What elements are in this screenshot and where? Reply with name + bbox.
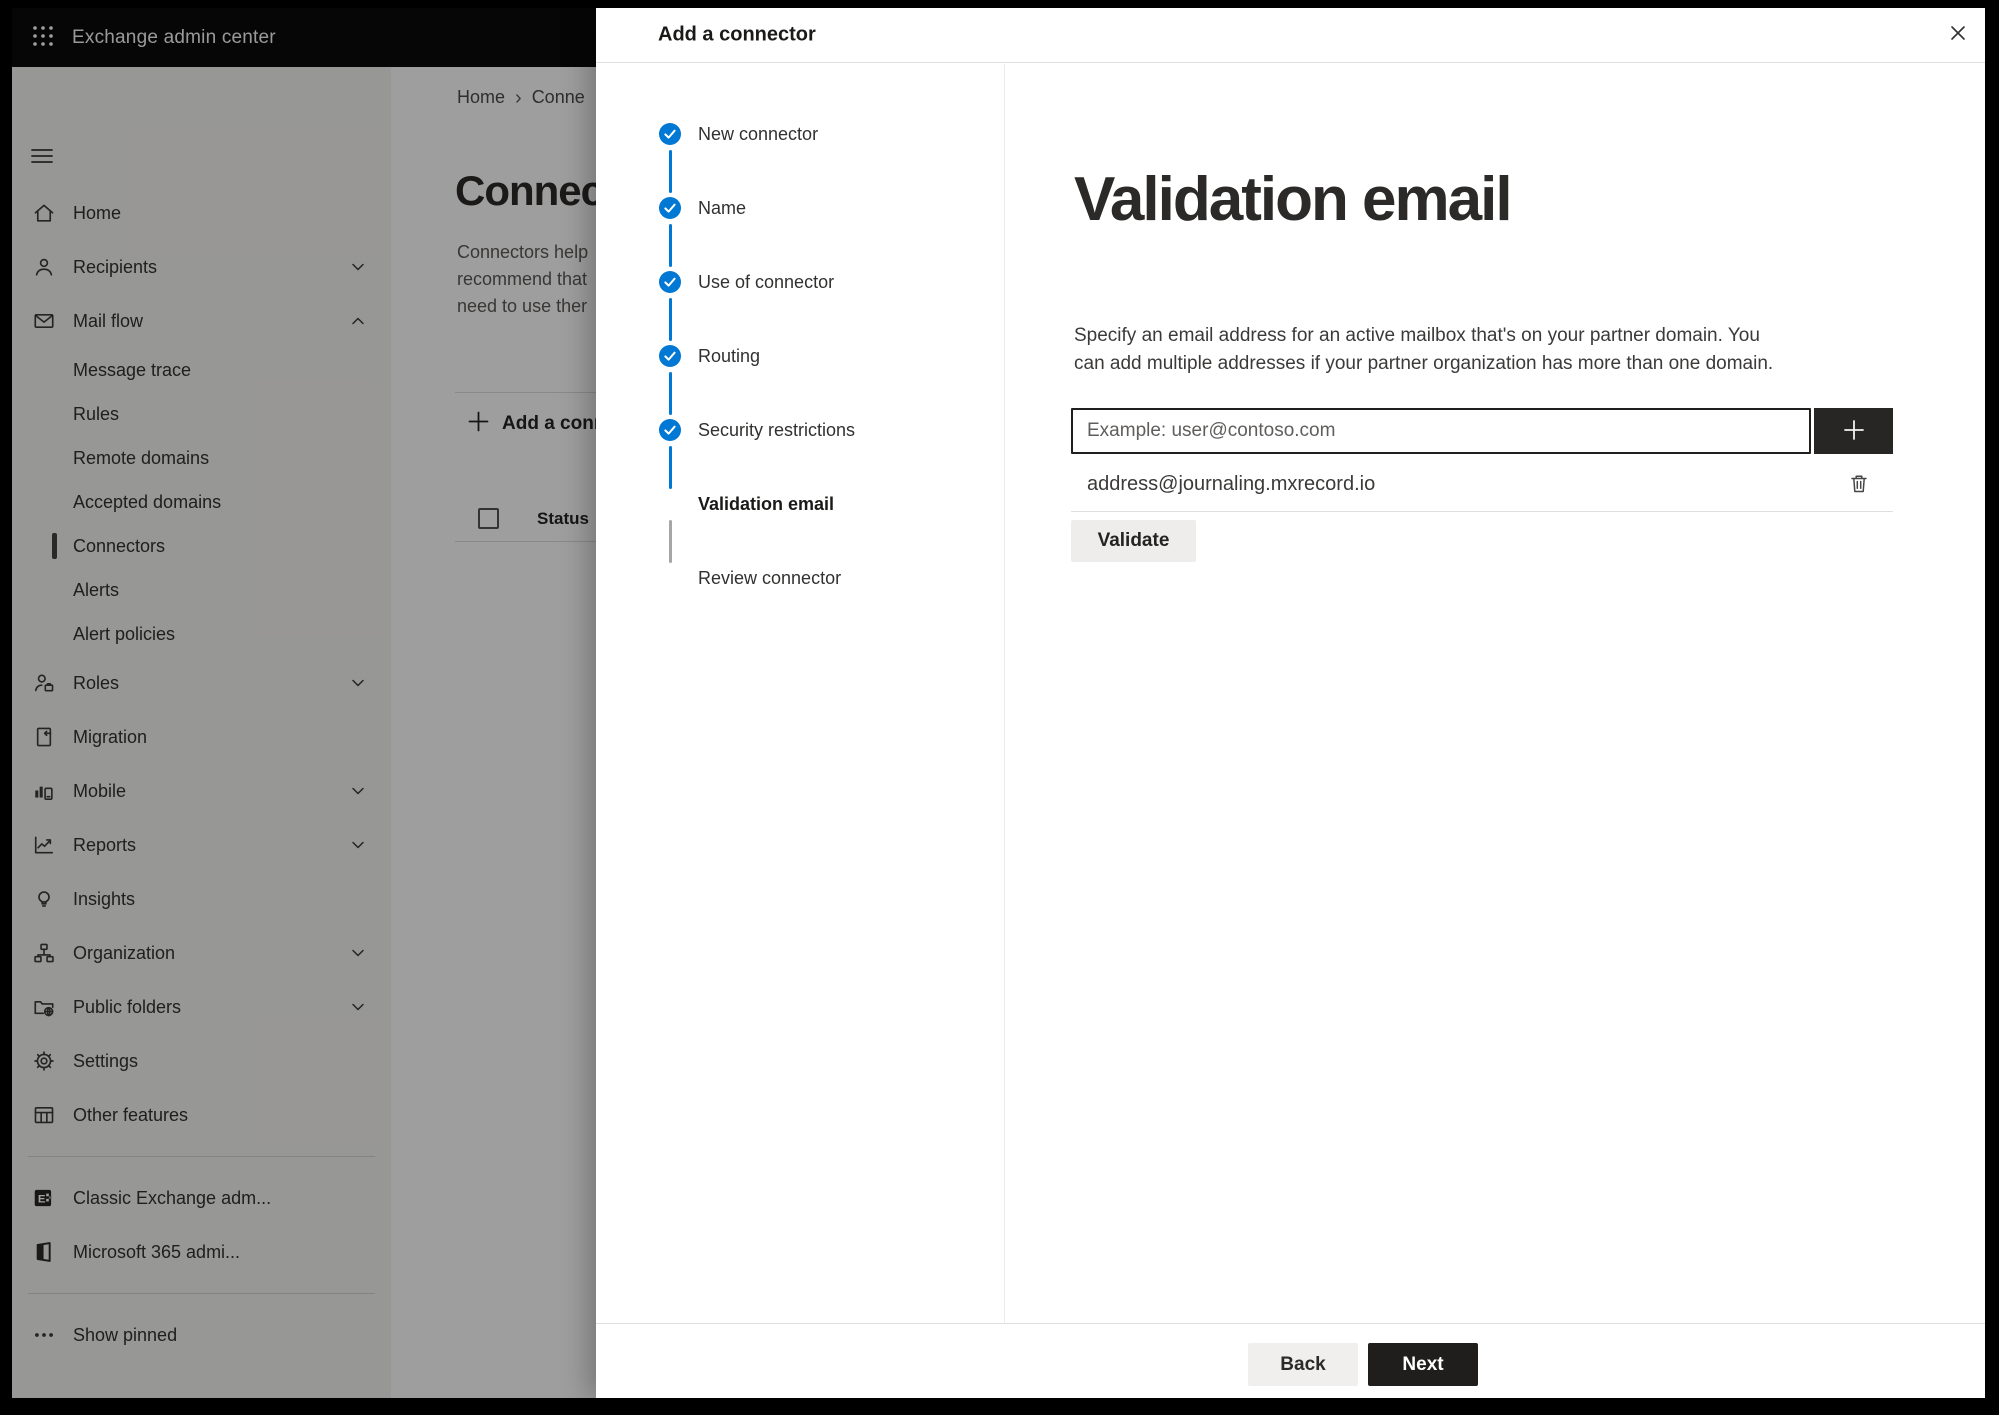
dialog-header: Add a connector: [596, 8, 1985, 63]
step-content: Validation email Specify an email addres…: [1005, 64, 1985, 1323]
check-icon: [659, 345, 681, 367]
wizard-step[interactable]: Security restrictions: [596, 419, 1004, 493]
trash-icon: [1845, 475, 1873, 501]
close-icon: [1944, 26, 1972, 50]
back-button[interactable]: Back: [1248, 1343, 1358, 1386]
wizard-steps: New connector Name Use of connector Rout…: [596, 64, 1005, 1323]
added-address: address@journaling.mxrecord.io: [1087, 472, 1376, 495]
step-description: Specify an email address for an active m…: [1074, 325, 1774, 374]
step-label: Use of connector: [698, 272, 835, 292]
check-icon: [659, 123, 681, 145]
dialog-title: Add a connector: [658, 23, 816, 46]
wizard-step[interactable]: Routing: [596, 345, 1004, 419]
step-label: Validation email: [698, 494, 835, 514]
address-list-divider: [1071, 511, 1893, 512]
wizard-step[interactable]: Review connector: [596, 567, 1004, 641]
close-button[interactable]: [1944, 19, 1972, 47]
check-icon: [659, 271, 681, 293]
validate-button[interactable]: Validate: [1071, 520, 1196, 562]
add-email-button[interactable]: [1814, 408, 1893, 454]
wizard-step[interactable]: New connector: [596, 123, 1004, 197]
plus-icon: [1838, 414, 1870, 449]
check-icon: [659, 419, 681, 441]
wizard-step[interactable]: Validation email: [596, 493, 1004, 567]
email-entry-row: [1071, 408, 1893, 454]
email-input[interactable]: [1071, 408, 1811, 454]
wizard-step[interactable]: Use of connector: [596, 271, 1004, 345]
delete-address-button[interactable]: [1845, 470, 1873, 498]
step-label: Security restrictions: [698, 420, 856, 440]
added-address-row: address@journaling.mxrecord.io: [1071, 461, 1893, 507]
next-button[interactable]: Next: [1368, 1343, 1478, 1386]
step-label: Routing: [698, 346, 761, 366]
wizard-step[interactable]: Name: [596, 197, 1004, 271]
step-label: Review connector: [698, 568, 842, 588]
add-connector-dialog: Add a connector New connector Name Use o…: [596, 8, 1985, 1398]
step-label: New connector: [698, 124, 819, 144]
dialog-footer: Back Next: [596, 1323, 1985, 1398]
screen: Exchange admin center Home Recipients Ma…: [12, 8, 1985, 1398]
step-heading: Validation email: [1074, 165, 1513, 234]
step-label: Name: [698, 198, 747, 218]
check-icon: [659, 197, 681, 219]
